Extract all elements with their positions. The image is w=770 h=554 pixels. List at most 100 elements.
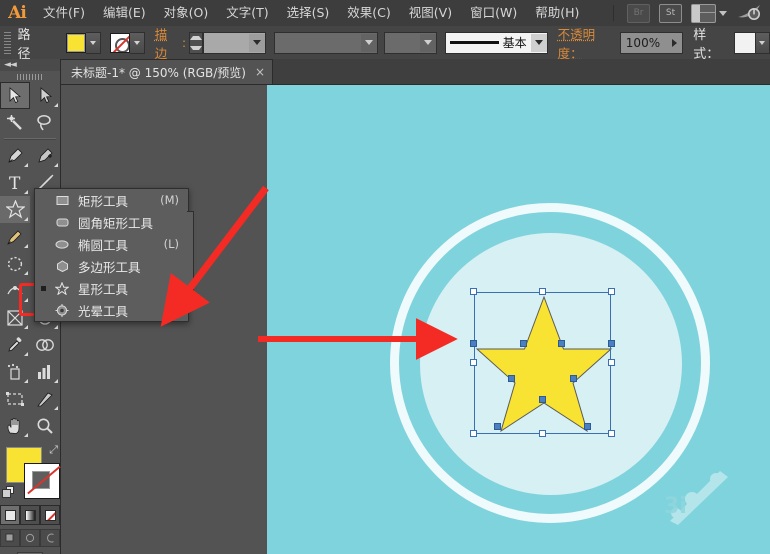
direct-selection-tool[interactable] [30,82,60,109]
default-fill-stroke-icon[interactable] [2,486,15,499]
stroke-profile-combo[interactable] [273,31,378,54]
symbol-sprayer-tool[interactable] [0,358,30,385]
stroke-weight-label[interactable]: 描边 [145,24,182,62]
flyout-item-label: 椭圆工具 [78,237,129,253]
polygon-icon [52,260,72,272]
stroke-weight-stepper[interactable] [189,31,204,54]
fill-swatch-group[interactable] [65,31,101,54]
handle-bottom-left[interactable] [470,430,477,437]
swap-fill-stroke-icon[interactable]: ⤢ [49,443,58,457]
type-tool[interactable]: T [0,169,30,196]
paint-mode-buttons [0,505,60,525]
menu-view[interactable]: 视图(V) [400,0,461,26]
draw-normal-button[interactable] [0,529,20,547]
gradient-mode-button[interactable] [20,505,40,525]
rotate-tool[interactable] [0,250,30,277]
flyout-star-tool[interactable]: 星形工具 [35,277,188,299]
handle-bottom-right[interactable] [608,430,615,437]
menu-object[interactable]: 对象(O) [155,0,218,26]
menu-file[interactable]: 文件(F) [34,0,94,26]
hand-tool[interactable] [0,412,30,439]
rectangle-icon [52,195,72,206]
pencil-tool[interactable] [0,223,30,250]
lasso-tool[interactable] [30,109,60,136]
stroke-dropdown-button[interactable] [129,31,145,54]
stroke-weight-combo[interactable] [203,31,266,54]
none-mode-button[interactable] [40,505,60,525]
menu-select[interactable]: 选择(S) [278,0,339,26]
anchor-point[interactable] [584,423,591,430]
menu-effect[interactable]: 效果(C) [338,0,399,26]
flyout-rectangle-tool[interactable]: 矩形工具 (M) [35,189,188,211]
add-anchor-point-tool[interactable] [30,142,60,169]
blend-tool[interactable] [30,331,60,358]
handle-top-left[interactable] [470,288,477,295]
ellipse-icon [52,239,72,250]
eyedropper-tool[interactable] [0,331,30,358]
stroke-color-indicator[interactable] [24,463,60,499]
draw-behind-button[interactable] [20,529,40,547]
flyout-ellipse-tool[interactable]: 椭圆工具 (L) [35,233,188,255]
handle-bottom-center[interactable] [539,430,546,437]
opacity-slider-arrow-icon [667,38,682,47]
close-icon[interactable]: × [255,65,265,79]
selection-tool[interactable] [0,82,30,109]
selection-bounding-box[interactable] [470,288,615,437]
stroke-color-swatch[interactable] [109,32,130,53]
document-tab[interactable]: 未标题-1* @ 150% (RGB/预览) × [60,59,274,84]
anchor-point[interactable] [520,340,527,347]
menu-edit[interactable]: 编辑(E) [94,0,155,26]
flyout-item-shortcut: (M) [160,193,179,207]
chevron-down-icon [360,33,377,52]
flyout-flare-tool[interactable]: 光晕工具 [35,299,188,321]
anchor-point[interactable] [508,375,515,382]
opacity-label[interactable]: 不透明度： [548,24,620,62]
workspace-switcher-button[interactable] [691,3,727,23]
fill-dropdown-button[interactable] [85,31,101,54]
flyout-polygon-tool[interactable]: 多边形工具 [35,255,188,277]
anchor-point[interactable] [570,375,577,382]
stroke-swatch-group[interactable] [109,31,145,54]
handle-middle-right[interactable] [608,359,615,366]
anchor-point[interactable] [470,340,477,347]
tools-panel-grip[interactable] [0,71,60,82]
magic-wand-tool[interactable] [0,109,30,136]
anchor-point[interactable] [558,340,565,347]
svg-text:T: T [9,174,21,192]
zoom-tool[interactable] [30,412,60,439]
column-graph-tool[interactable] [30,358,60,385]
menu-help[interactable]: 帮助(H) [526,0,588,26]
watermark-text: 3i [664,494,687,519]
control-bar-grip[interactable] [4,31,11,54]
graphic-style-swatch[interactable] [733,31,756,54]
fill-color-swatch[interactable] [65,32,86,53]
anchor-point[interactable] [539,396,546,403]
tools-panel-collapse-button[interactable]: ◄◄ [0,59,60,71]
bridge-icon[interactable]: Br [627,3,650,23]
color-mode-button[interactable] [0,505,20,525]
stroke-style-combo[interactable] [383,31,438,54]
cc-power-icon[interactable] [736,3,762,24]
anchor-point[interactable] [608,340,615,347]
flyout-rounded-rectangle-tool[interactable]: 圆角矩形工具 [35,211,188,233]
handle-top-center[interactable] [539,288,546,295]
handle-middle-left[interactable] [470,359,477,366]
artboard-canvas[interactable]: 3i [267,85,770,554]
flyout-tearoff-strip[interactable] [187,211,194,303]
opacity-value: 100% [625,35,661,50]
stock-icon[interactable]: St [659,3,682,23]
shape-tool[interactable] [0,196,30,223]
fill-stroke-indicator[interactable]: ⤢ [0,443,60,503]
opacity-field[interactable]: 100% [619,31,684,54]
anchor-point[interactable] [494,423,501,430]
draw-inside-button[interactable] [40,529,60,547]
pen-tool[interactable] [0,142,30,169]
menu-type[interactable]: 文字(T) [217,0,277,26]
control-bar: 路径 描边 : 基本 不透明度： 100% 样式： [0,24,770,62]
artboard-tool[interactable] [0,385,30,412]
handle-top-right[interactable] [608,288,615,295]
slice-tool[interactable] [30,385,60,412]
style-dropdown-button[interactable] [755,31,770,54]
brush-definition-combo[interactable]: 基本 [445,31,548,54]
menu-window[interactable]: 窗口(W) [461,0,526,26]
